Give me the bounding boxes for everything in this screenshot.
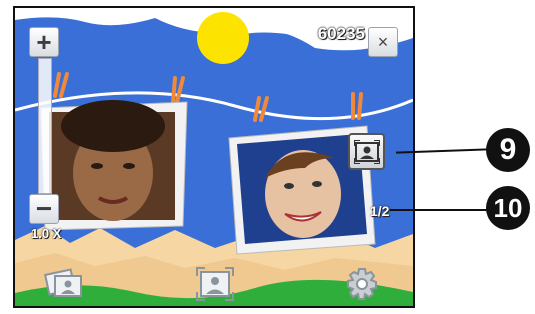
frame-view-icon[interactable] bbox=[193, 266, 237, 302]
zoom-in-button[interactable]: + bbox=[29, 27, 59, 57]
counter-display: 60235 bbox=[317, 24, 365, 43]
callout-9: 9 bbox=[486, 128, 530, 172]
page-indicator: 1/2 bbox=[370, 203, 390, 219]
zoom-slider-track[interactable] bbox=[38, 58, 52, 194]
portrait-frame-icon bbox=[353, 139, 380, 164]
photo-album-icon[interactable] bbox=[43, 266, 87, 302]
app-screen: + − 1.0 X 60235 × 1/2 bbox=[13, 6, 415, 308]
close-button[interactable]: × bbox=[368, 27, 398, 57]
sun-icon bbox=[197, 12, 249, 64]
zoom-level-label: 1.0 X bbox=[31, 226, 62, 241]
gear-icon[interactable] bbox=[340, 266, 384, 302]
callout-line-10 bbox=[390, 209, 488, 211]
photo-card-1 bbox=[40, 100, 188, 231]
zoom-out-button[interactable]: − bbox=[29, 193, 59, 224]
callout-10: 10 bbox=[486, 186, 530, 230]
photo-frame-button[interactable] bbox=[348, 133, 385, 170]
